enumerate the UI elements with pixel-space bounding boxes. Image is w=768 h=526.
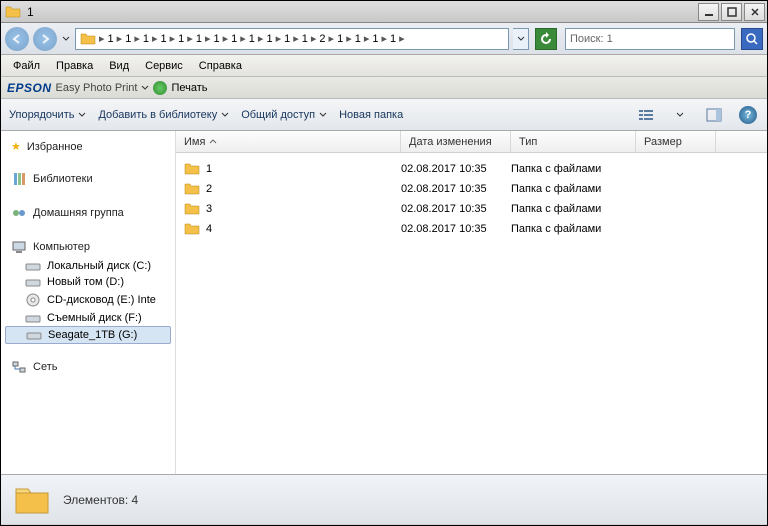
column-headers: Имя Дата изменения Тип Размер — [176, 131, 767, 153]
computer-icon — [11, 239, 27, 255]
epson-toolbar: EPSON Easy Photo Print Печать — [1, 77, 767, 99]
drive-icon — [25, 312, 41, 324]
column-size[interactable]: Размер — [636, 131, 716, 152]
new-folder-button[interactable]: Новая папка — [339, 109, 403, 121]
epson-print-label[interactable]: Печать — [171, 82, 207, 94]
view-mode-dropdown[interactable] — [669, 104, 691, 126]
table-row[interactable]: 102.08.2017 10:35Папка с файлами — [176, 159, 767, 179]
search-button[interactable] — [741, 28, 763, 50]
content-area: ★ Избранное Библиотеки Домашняя группа К… — [1, 131, 767, 474]
view-mode-button[interactable] — [635, 104, 657, 126]
epson-subtitle: Easy Photo Print — [56, 82, 138, 94]
column-date[interactable]: Дата изменения — [401, 131, 511, 152]
include-library-button[interactable]: Добавить в библиотеку — [98, 109, 229, 121]
table-row[interactable]: 302.08.2017 10:35Папка с файлами — [176, 199, 767, 219]
nav-history-dropdown[interactable] — [61, 35, 71, 43]
maximize-button[interactable] — [721, 3, 742, 21]
table-row[interactable]: 402.08.2017 10:35Папка с файлами — [176, 219, 767, 239]
network-icon — [11, 359, 27, 375]
sidebar-computer[interactable]: Компьютер — [1, 236, 175, 258]
sidebar-homegroup[interactable]: Домашняя группа — [1, 202, 175, 224]
help-button[interactable]: ? — [737, 104, 759, 126]
titlebar: 1 — [1, 1, 767, 23]
sidebar-libraries[interactable]: Библиотеки — [1, 168, 175, 190]
share-button[interactable]: Общий доступ — [241, 109, 327, 121]
search-input[interactable]: Поиск: 1 — [565, 28, 735, 50]
sidebar-network[interactable]: Сеть — [1, 356, 175, 378]
menu-tools[interactable]: Сервис — [137, 58, 191, 74]
search-placeholder: Поиск: 1 — [570, 33, 613, 45]
sidebar-drive-c[interactable]: Локальный диск (C:) — [1, 258, 175, 274]
file-list: 102.08.2017 10:35Папка с файлами202.08.2… — [176, 153, 767, 474]
libraries-icon — [11, 171, 27, 187]
address-dropdown[interactable] — [513, 28, 529, 50]
navigation-pane: ★ Избранное Библиотеки Домашняя группа К… — [1, 131, 176, 474]
sidebar-drive-e[interactable]: CD-дисковод (E:) Inte — [1, 290, 175, 310]
back-button[interactable] — [5, 27, 29, 51]
column-type[interactable]: Тип — [511, 131, 636, 152]
sidebar-drive-d[interactable]: Новый том (D:) — [1, 274, 175, 290]
address-bar[interactable]: ▸1▸1▸1▸1▸1▸1▸1▸1▸1▸1▸1▸1▸2▸1▸1▸1▸1▸ — [75, 28, 509, 50]
column-name[interactable]: Имя — [176, 131, 401, 152]
forward-button[interactable] — [33, 27, 57, 51]
status-bar: Элементов: 4 — [1, 474, 767, 524]
menubar: Файл Правка Вид Сервис Справка — [1, 55, 767, 77]
print-icon[interactable] — [153, 81, 167, 95]
sidebar-drive-f[interactable]: Съемный диск (F:) — [1, 310, 175, 326]
minimize-button[interactable] — [698, 3, 719, 21]
menu-edit[interactable]: Правка — [48, 58, 101, 74]
cd-icon — [25, 292, 41, 308]
status-text: Элементов: 4 — [63, 493, 138, 507]
navbar: ▸1▸1▸1▸1▸1▸1▸1▸1▸1▸1▸1▸1▸2▸1▸1▸1▸1▸ Поис… — [1, 23, 767, 55]
folder-large-icon — [13, 481, 51, 519]
menu-view[interactable]: Вид — [101, 58, 137, 74]
menu-help[interactable]: Справка — [191, 58, 250, 74]
sidebar-favorites[interactable]: ★ Избранное — [1, 137, 175, 156]
epson-brand: EPSON — [7, 81, 52, 95]
breadcrumb[interactable]: ▸1▸1▸1▸1▸1▸1▸1▸1▸1▸1▸1▸1▸2▸1▸1▸1▸1▸ — [98, 32, 406, 45]
refresh-button[interactable] — [535, 28, 557, 50]
drive-icon — [25, 276, 41, 288]
star-icon: ★ — [11, 140, 21, 153]
table-row[interactable]: 202.08.2017 10:35Папка с файлами — [176, 179, 767, 199]
toolbar: Упорядочить Добавить в библиотеку Общий … — [1, 99, 767, 131]
close-button[interactable] — [744, 3, 765, 21]
drive-icon — [25, 260, 41, 272]
window-folder-icon — [5, 4, 21, 20]
folder-icon — [78, 31, 98, 47]
drive-icon — [26, 329, 42, 341]
sidebar-drive-g[interactable]: Seagate_1TB (G:) — [5, 326, 171, 344]
column-spacer — [716, 131, 767, 152]
chevron-down-icon[interactable] — [141, 84, 149, 92]
preview-pane-button[interactable] — [703, 104, 725, 126]
organize-button[interactable]: Упорядочить — [9, 109, 86, 121]
window-title: 1 — [25, 5, 696, 19]
homegroup-icon — [11, 205, 27, 221]
menu-file[interactable]: Файл — [5, 58, 48, 74]
file-pane: Имя Дата изменения Тип Размер 102.08.201… — [176, 131, 767, 474]
